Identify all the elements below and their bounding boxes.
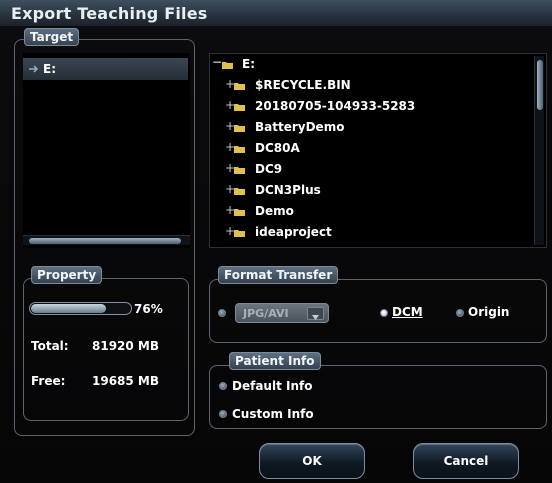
tree-item[interactable]: + DCN3Plus bbox=[210, 180, 532, 200]
title-bar: Export Teaching Files bbox=[0, 0, 552, 27]
folder-icon bbox=[234, 125, 245, 132]
jpg-avi-select: JPG/AVI bbox=[235, 303, 329, 323]
target-horizontal-scrollbar[interactable] bbox=[23, 235, 190, 245]
custom-info-radio[interactable] bbox=[219, 410, 227, 418]
origin-label[interactable]: Origin bbox=[468, 305, 509, 319]
tree-scrollbar-thumb[interactable] bbox=[537, 60, 543, 110]
tree-item[interactable]: + Demo bbox=[210, 201, 532, 221]
arrow-icon bbox=[29, 65, 39, 73]
folder-icon bbox=[234, 146, 245, 153]
tree-item-label: ideaproject bbox=[255, 225, 332, 239]
tree-item-label: DC9 bbox=[255, 162, 283, 176]
total-value: 81920 MB bbox=[92, 339, 160, 353]
dcm-radio[interactable] bbox=[380, 309, 388, 317]
dcm-label[interactable]: DCM bbox=[392, 305, 423, 319]
plus-icon[interactable]: + bbox=[225, 183, 235, 195]
folder-icon bbox=[234, 209, 245, 216]
tree-item[interactable]: + ideaproject bbox=[210, 222, 532, 242]
export-teaching-files-dialog: Export Teaching Files Target E: − E: + $… bbox=[0, 0, 552, 483]
tree-vertical-scrollbar[interactable] bbox=[534, 56, 544, 245]
tree-item[interactable]: + $RECYCLE.BIN bbox=[210, 75, 532, 95]
plus-icon[interactable]: + bbox=[225, 204, 235, 216]
minus-icon[interactable]: − bbox=[212, 56, 222, 68]
jpg-avi-radio[interactable] bbox=[218, 309, 226, 317]
default-info-label[interactable]: Default Info bbox=[232, 379, 312, 393]
tree-item[interactable]: + DC9 bbox=[210, 159, 532, 179]
target-item-label: E: bbox=[43, 62, 56, 76]
tree-item[interactable]: + 20180705-104933-5283 bbox=[210, 96, 532, 116]
plus-icon[interactable]: + bbox=[225, 162, 235, 174]
tree-item-label: $RECYCLE.BIN bbox=[255, 78, 351, 92]
folder-icon bbox=[234, 230, 245, 237]
patient-info-group-label: Patient Info bbox=[229, 352, 321, 370]
tree-root-label: E: bbox=[242, 57, 255, 71]
folder-icon bbox=[234, 83, 245, 90]
folder-icon bbox=[222, 62, 233, 69]
plus-icon[interactable]: + bbox=[225, 141, 235, 153]
jpg-avi-label: JPG/AVI bbox=[243, 307, 289, 320]
folder-tree[interactable]: − E: + $RECYCLE.BIN + 20180705-104933-52… bbox=[209, 53, 547, 248]
tree-root-row[interactable]: − E: bbox=[210, 54, 532, 74]
tree-item-label: Demo bbox=[255, 204, 294, 218]
plus-icon[interactable]: + bbox=[225, 120, 235, 132]
origin-radio[interactable] bbox=[456, 309, 464, 317]
default-info-radio[interactable] bbox=[219, 382, 227, 390]
custom-info-label[interactable]: Custom Info bbox=[232, 407, 314, 421]
target-group-label: Target bbox=[24, 28, 80, 46]
folder-icon bbox=[234, 188, 245, 195]
tree-item-label: DCN3Plus bbox=[255, 183, 321, 197]
total-label: Total: bbox=[31, 339, 69, 353]
disk-usage-fill bbox=[31, 304, 106, 313]
disk-usage-percent: 76% bbox=[134, 302, 163, 316]
ok-button-label: OK bbox=[302, 454, 322, 468]
plus-icon[interactable]: + bbox=[225, 99, 235, 111]
tree-item-label: BatteryDemo bbox=[255, 120, 345, 134]
dropdown-arrow-icon bbox=[307, 307, 324, 320]
tree-item[interactable]: + DC80A bbox=[210, 138, 532, 158]
format-transfer-group-label: Format Transfer bbox=[218, 266, 339, 284]
target-list[interactable]: E: bbox=[23, 53, 190, 248]
property-group-label: Property bbox=[31, 266, 103, 284]
cancel-button[interactable]: Cancel bbox=[413, 443, 519, 479]
dialog-title: Export Teaching Files bbox=[11, 4, 208, 23]
plus-icon[interactable]: + bbox=[225, 78, 235, 90]
target-scrollbar-thumb[interactable] bbox=[29, 238, 181, 244]
tree-item-label: DC80A bbox=[255, 141, 300, 155]
disk-usage-bar bbox=[29, 302, 132, 315]
cancel-button-label: Cancel bbox=[443, 454, 489, 468]
tree-item-label: 20180705-104933-5283 bbox=[255, 99, 416, 113]
target-item-e[interactable]: E: bbox=[23, 58, 188, 80]
chevron-down-icon bbox=[312, 315, 319, 320]
ok-button[interactable]: OK bbox=[259, 443, 365, 479]
free-value: 19685 MB bbox=[92, 374, 160, 388]
folder-icon bbox=[234, 104, 245, 111]
folder-icon bbox=[234, 167, 245, 174]
free-label: Free: bbox=[31, 374, 66, 388]
tree-item[interactable]: + BatteryDemo bbox=[210, 117, 532, 137]
plus-icon[interactable]: + bbox=[225, 225, 235, 237]
